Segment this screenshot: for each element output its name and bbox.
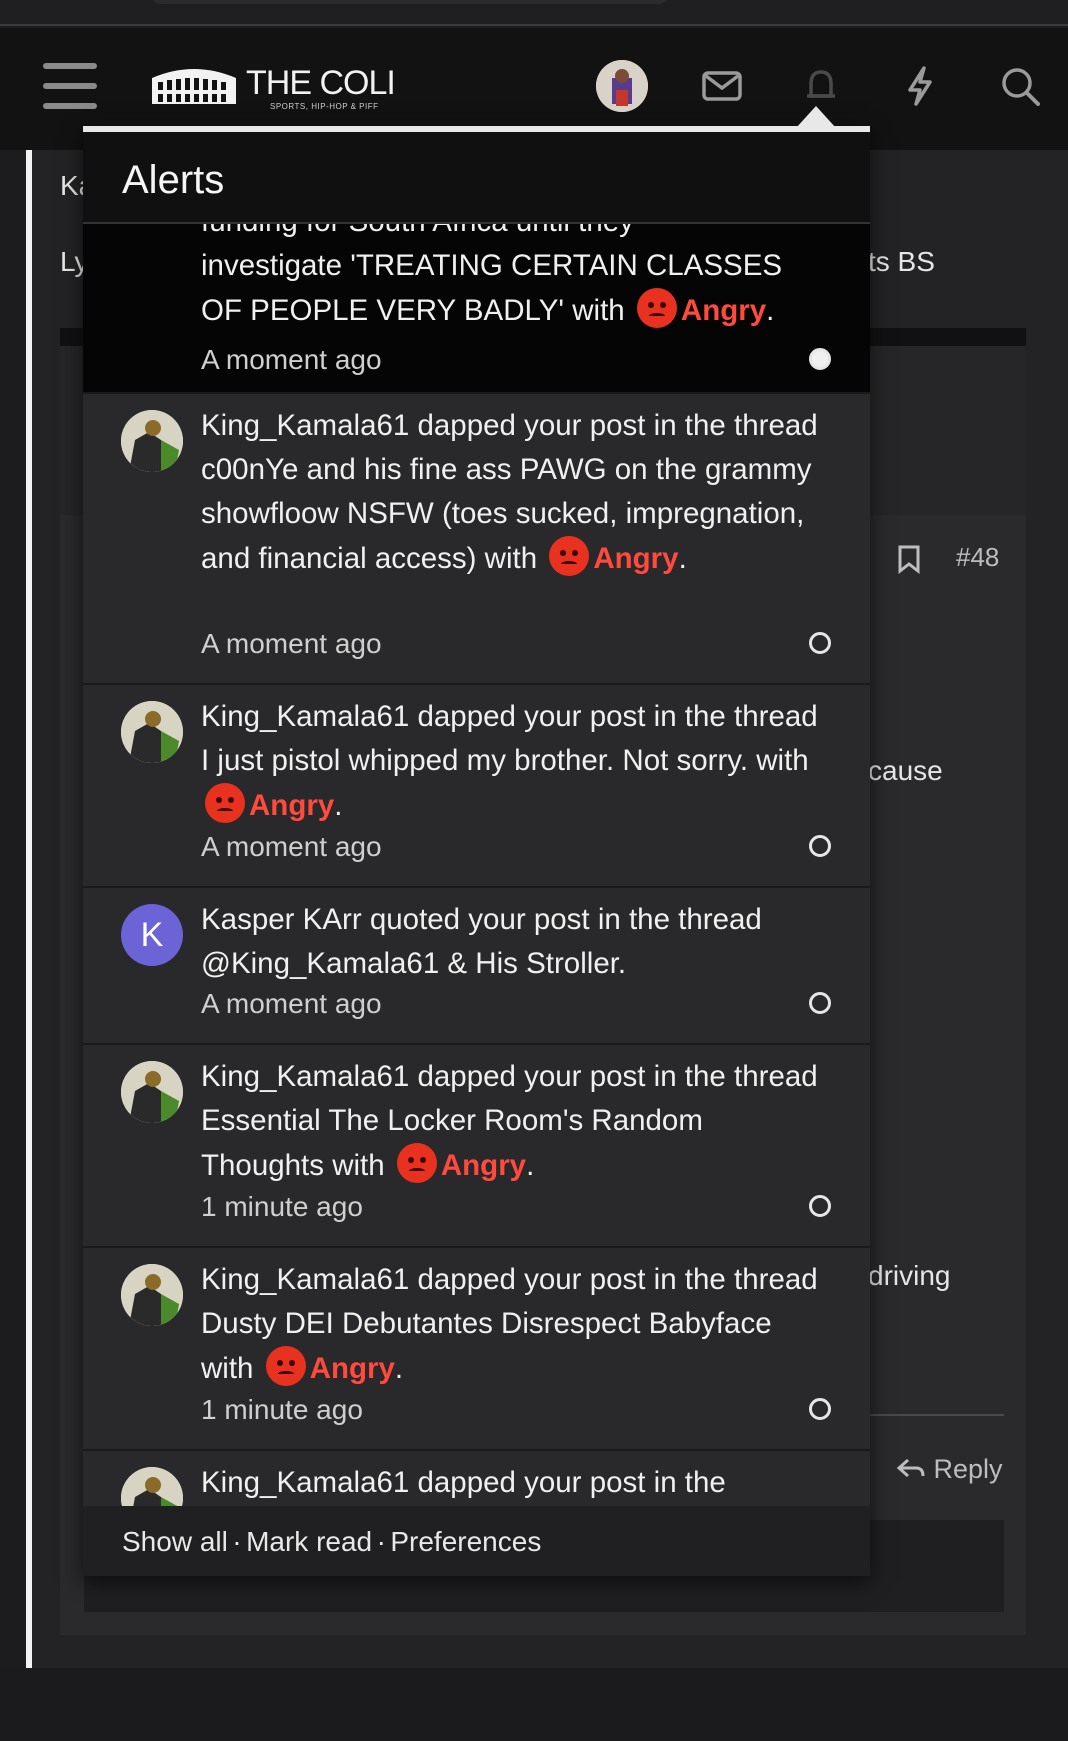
avatar[interactable] bbox=[121, 410, 183, 472]
search-icon[interactable] bbox=[996, 62, 1044, 110]
alert-message: Kasper KArr quoted your post in the thre… bbox=[201, 898, 821, 986]
angry-emoji-icon bbox=[205, 783, 245, 823]
footer-separator: · bbox=[232, 1526, 242, 1557]
alert-message: King_Kamala61 dapped your post in the th… bbox=[201, 1060, 818, 1183]
avatar[interactable] bbox=[121, 1264, 183, 1326]
footer-links: Show all · Mark read · Preferences bbox=[122, 1526, 541, 1558]
alert-time: A moment ago bbox=[201, 344, 382, 375]
alerts-header: Alerts bbox=[83, 132, 870, 224]
alert-text: Kasper KArr quoted your post in the thre… bbox=[201, 903, 762, 980]
logo-tagline: SPORTS, HIP-HOP & PIFF bbox=[270, 102, 379, 111]
alert-message: King_Kamala61 dapped your post in the th… bbox=[201, 700, 818, 823]
post-text-fragment: cause bbox=[868, 755, 943, 786]
avatar[interactable] bbox=[121, 1061, 183, 1123]
angry-emoji-icon bbox=[636, 288, 677, 328]
post-number[interactable]: #48 bbox=[956, 542, 999, 573]
alert-time: 1 minute ago bbox=[201, 1394, 363, 1425]
alerts-dropdown: Alerts funding for South Africa until th… bbox=[83, 126, 870, 1576]
read-indicator[interactable] bbox=[809, 1195, 831, 1217]
unread-indicator[interactable] bbox=[809, 348, 831, 370]
alert-time: A moment ago bbox=[201, 988, 382, 1019]
logo-name: THE COLI bbox=[246, 64, 396, 102]
alert-message: King_Kamala61 dapped your post in the bbox=[201, 1461, 821, 1505]
post-footer-divider bbox=[860, 1414, 1004, 1416]
alert-message: King_Kamala61 dapped your post in the th… bbox=[201, 1263, 818, 1386]
angry-emoji-icon bbox=[265, 1346, 306, 1386]
alert-item[interactable]: King_Kamala61 dapped your post in the th… bbox=[83, 1045, 870, 1248]
site-logo[interactable]: THE COLI SPORTS, HIP-HOP & PIFF bbox=[148, 62, 400, 112]
hamburger-icon[interactable] bbox=[43, 63, 97, 109]
page-left-edge bbox=[26, 150, 32, 1668]
alert-item[interactable]: K Kasper KArr quoted your post in the th… bbox=[83, 888, 870, 1045]
mark-read-link[interactable]: Mark read bbox=[246, 1526, 372, 1557]
dropdown-caret bbox=[796, 106, 836, 128]
alert-time: A moment ago bbox=[201, 628, 382, 659]
show-all-link[interactable]: Show all bbox=[122, 1526, 228, 1557]
reaction-label: Angry bbox=[440, 1149, 527, 1182]
reaction-label: Angry bbox=[309, 1352, 395, 1385]
bell-icon[interactable] bbox=[797, 62, 845, 110]
preferences-link[interactable]: Preferences bbox=[390, 1526, 541, 1557]
alert-item[interactable]: King_Kamala61 dapped your post in the th… bbox=[83, 685, 870, 888]
alert-item[interactable]: funding for South Africa until they inve… bbox=[83, 205, 870, 394]
avatar[interactable]: K bbox=[121, 904, 183, 966]
angry-emoji-icon bbox=[396, 1143, 437, 1183]
reply-label: Reply bbox=[933, 1454, 1003, 1484]
post-text-fragment-2: driving bbox=[868, 1260, 951, 1291]
reaction-label: Angry bbox=[593, 542, 679, 575]
inbox-icon[interactable] bbox=[698, 62, 746, 110]
bolt-icon[interactable] bbox=[896, 62, 944, 110]
thread-line-fragment-right: ts BS bbox=[868, 246, 935, 277]
read-indicator[interactable] bbox=[809, 1398, 831, 1420]
browser-top-strip bbox=[0, 0, 1068, 26]
alert-text: King_Kamala61 dapped your post in the bbox=[201, 1466, 726, 1499]
avatar[interactable] bbox=[121, 701, 183, 763]
alert-time: A moment ago bbox=[201, 831, 382, 862]
angry-emoji-icon bbox=[549, 536, 590, 576]
avatar[interactable] bbox=[596, 60, 648, 112]
address-bar[interactable] bbox=[150, 0, 670, 4]
reply-icon bbox=[896, 1458, 925, 1478]
alert-item[interactable]: King_Kamala61 dapped your post in the th… bbox=[83, 394, 870, 685]
alerts-footer: Show all · Mark read · Preferences bbox=[83, 1506, 870, 1576]
colosseum-logo-icon bbox=[152, 69, 236, 104]
read-indicator[interactable] bbox=[809, 992, 831, 1014]
alerts-title: Alerts bbox=[122, 158, 225, 202]
alert-text: King_Kamala61 dapped your post in the th… bbox=[201, 409, 818, 575]
bookmark-icon[interactable] bbox=[896, 544, 922, 575]
alert-time: 1 minute ago bbox=[201, 1191, 363, 1222]
reaction-label: Angry bbox=[249, 789, 335, 822]
alert-message: King_Kamala61 dapped your post in the th… bbox=[201, 409, 818, 576]
footer-separator: · bbox=[376, 1526, 386, 1557]
alert-item[interactable]: King_Kamala61 dapped your post in the th… bbox=[83, 1248, 870, 1451]
page-bottom-band bbox=[0, 1668, 1068, 1741]
reply-button[interactable]: Reply bbox=[896, 1454, 1003, 1485]
alert-text: King_Kamala61 dapped your post in the th… bbox=[201, 700, 818, 777]
reaction-label: Angry bbox=[680, 294, 767, 327]
read-indicator[interactable] bbox=[809, 632, 831, 654]
read-indicator[interactable] bbox=[809, 835, 831, 857]
